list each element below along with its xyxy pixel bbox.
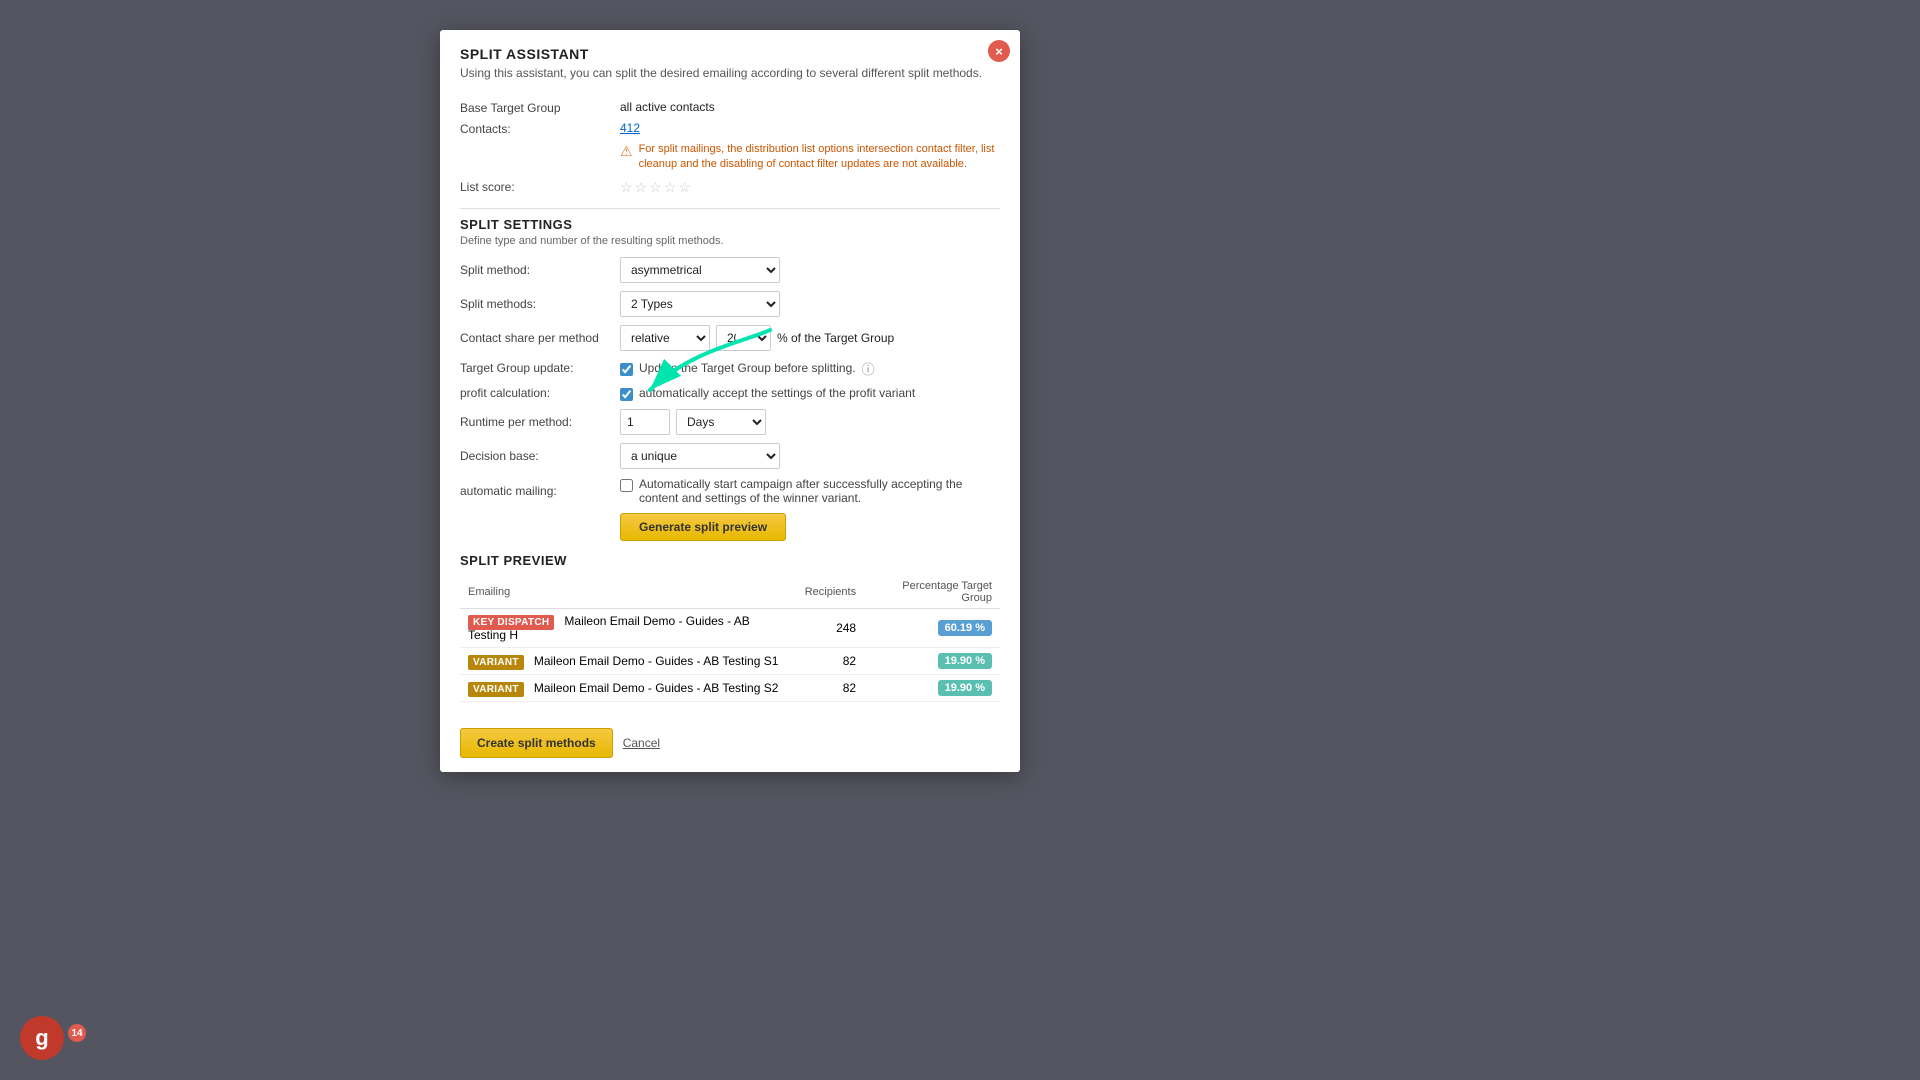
split-methods-label: Split methods: (460, 297, 620, 311)
split-method-select[interactable]: asymmetrical symmetrical (620, 257, 780, 283)
list-score-stars: ☆ ☆ ☆ ☆ ☆ (620, 179, 691, 196)
contact-share-label: Contact share per method (460, 331, 620, 345)
divider-1 (460, 208, 1000, 209)
cancel-button[interactable]: Cancel (623, 736, 660, 750)
warning-box: ⚠ For split mailings, the distribution l… (620, 142, 1000, 173)
auto-mailing-text: Automatically start campaign after succe… (639, 477, 1000, 505)
emailing-name: Maileon Email Demo - Guides - AB Testing… (534, 681, 779, 695)
recipients-cell: 248 (797, 608, 864, 647)
runtime-input[interactable] (620, 409, 670, 435)
split-assistant-modal: SPLIT ASSISTANT Using this assistant, yo… (440, 30, 1020, 772)
split-preview-section: SPLIT PREVIEW Emailing Recipients Percen… (460, 553, 1000, 702)
base-target-group-value: all active contacts (620, 100, 715, 114)
decision-base-select[interactable]: a unique total (620, 443, 780, 469)
emailing-cell: VARIANT Maileon Email Demo - Guides - AB… (460, 647, 797, 674)
runtime-unit-select[interactable]: Days Hours (676, 409, 766, 435)
emailing-cell: KEY DISPATCH Maileon Email Demo - Guides… (460, 608, 797, 647)
create-split-methods-button[interactable]: Create split methods (460, 728, 613, 758)
contacts-label: Contacts: (460, 121, 620, 136)
col-emailing: Emailing (460, 576, 797, 609)
decision-base-label: Decision base: (460, 449, 620, 463)
profit-calc-checkbox[interactable] (620, 388, 633, 401)
base-target-group-row: Base Target Group all active contacts (460, 100, 1000, 115)
profit-calc-row: profit calculation: automatically accept… (460, 386, 1000, 401)
pct-badge: 60.19 % (938, 620, 992, 636)
contacts-value[interactable]: 412 (620, 121, 640, 135)
recipients-cell: 82 (797, 647, 864, 674)
avatar[interactable]: g (20, 1016, 64, 1060)
table-row: VARIANT Maileon Email Demo - Guides - AB… (460, 674, 1000, 701)
star-5: ☆ (678, 179, 691, 196)
list-score-label: List score: (460, 179, 620, 194)
contact-share-row: Contact share per method relative absolu… (460, 325, 1000, 351)
close-button[interactable]: × (988, 40, 1010, 62)
col-recipients: Recipients (797, 576, 864, 609)
avatar-badge: 14 (68, 1024, 86, 1042)
split-method-label: Split method: (460, 263, 620, 277)
emailing-name: Maileon Email Demo - Guides - AB Testing… (534, 654, 779, 668)
row-badge: VARIANT (468, 682, 524, 697)
runtime-label: Runtime per method: (460, 415, 620, 429)
split-settings-section: SPLIT SETTINGS Define type and number of… (460, 217, 1000, 505)
target-group-update-row: Target Group update: Update the Target G… (460, 359, 1000, 378)
contact-share-value-select[interactable]: 20 10 25 30 (716, 325, 771, 351)
modal-subtitle: Using this assistant, you can split the … (460, 66, 1000, 80)
contacts-row: Contacts: 412 (460, 121, 1000, 136)
modal-title: SPLIT ASSISTANT (460, 46, 1000, 62)
warning-icon: ⚠ (620, 143, 633, 160)
target-group-update-text: Update the Target Group before splitting… (639, 361, 856, 375)
list-score-row: List score: ☆ ☆ ☆ ☆ ☆ (460, 179, 1000, 196)
split-method-row: Split method: asymmetrical symmetrical (460, 257, 1000, 283)
modal-header: SPLIT ASSISTANT Using this assistant, yo… (440, 30, 1020, 90)
emailing-cell: VARIANT Maileon Email Demo - Guides - AB… (460, 674, 797, 701)
runtime-inputs: Days Hours (620, 409, 766, 435)
pct-badge: 19.90 % (938, 653, 992, 669)
preview-table: Emailing Recipients Percentage Target Gr… (460, 576, 1000, 702)
stars-container: ☆ ☆ ☆ ☆ ☆ (620, 179, 691, 196)
table-row: VARIANT Maileon Email Demo - Guides - AB… (460, 647, 1000, 674)
split-methods-row: Split methods: 2 Types 3 Types 4 Types (460, 291, 1000, 317)
profit-calc-label: profit calculation: (460, 386, 620, 400)
warning-text: For split mailings, the distribution lis… (639, 142, 1000, 173)
runtime-row: Runtime per method: Days Hours (460, 409, 1000, 435)
split-preview-title: SPLIT PREVIEW (460, 553, 1000, 568)
split-settings-desc: Define type and number of the resulting … (460, 235, 1000, 247)
table-row: KEY DISPATCH Maileon Email Demo - Guides… (460, 608, 1000, 647)
base-target-group-label: Base Target Group (460, 100, 620, 115)
target-group-update-checkbox[interactable] (620, 363, 633, 376)
profit-calc-text: automatically accept the settings of the… (639, 386, 915, 400)
modal-footer: Create split methods Cancel (440, 718, 1020, 772)
target-group-update-checkbox-row: Update the Target Group before splitting… (620, 361, 856, 376)
split-methods-select[interactable]: 2 Types 3 Types 4 Types (620, 291, 780, 317)
target-group-update-label: Target Group update: (460, 361, 620, 375)
split-settings-title: SPLIT SETTINGS (460, 217, 1000, 232)
modal-body: Base Target Group all active contacts Co… (440, 90, 1020, 718)
help-icon[interactable]: ⓘ (862, 359, 875, 378)
decision-base-row: Decision base: a unique total (460, 443, 1000, 469)
col-pct-target: Percentage Target Group (864, 576, 1000, 609)
auto-mailing-label: automatic mailing: (460, 484, 620, 498)
star-4: ☆ (664, 179, 677, 196)
pct-cell: 60.19 % (864, 608, 1000, 647)
auto-mailing-checkbox[interactable] (620, 479, 633, 492)
row-badge: VARIANT (468, 655, 524, 670)
auto-mailing-row: automatic mailing: Automatically start c… (460, 477, 1000, 505)
generate-split-preview-button[interactable]: Generate split preview (620, 513, 786, 541)
profit-calc-checkbox-row: automatically accept the settings of the… (620, 386, 915, 401)
avatar-area: g 14 (20, 1016, 64, 1060)
auto-mailing-checkbox-row: Automatically start campaign after succe… (620, 477, 1000, 505)
recipients-cell: 82 (797, 674, 864, 701)
contact-share-suffix: % of the Target Group (777, 331, 894, 345)
info-section: Base Target Group all active contacts Co… (460, 100, 1000, 196)
pct-cell: 19.90 % (864, 674, 1000, 701)
pct-badge: 19.90 % (938, 680, 992, 696)
star-1: ☆ (620, 179, 633, 196)
contact-share-type-select[interactable]: relative absolute (620, 325, 710, 351)
pct-cell: 19.90 % (864, 647, 1000, 674)
star-3: ☆ (649, 179, 662, 196)
star-2: ☆ (635, 179, 648, 196)
